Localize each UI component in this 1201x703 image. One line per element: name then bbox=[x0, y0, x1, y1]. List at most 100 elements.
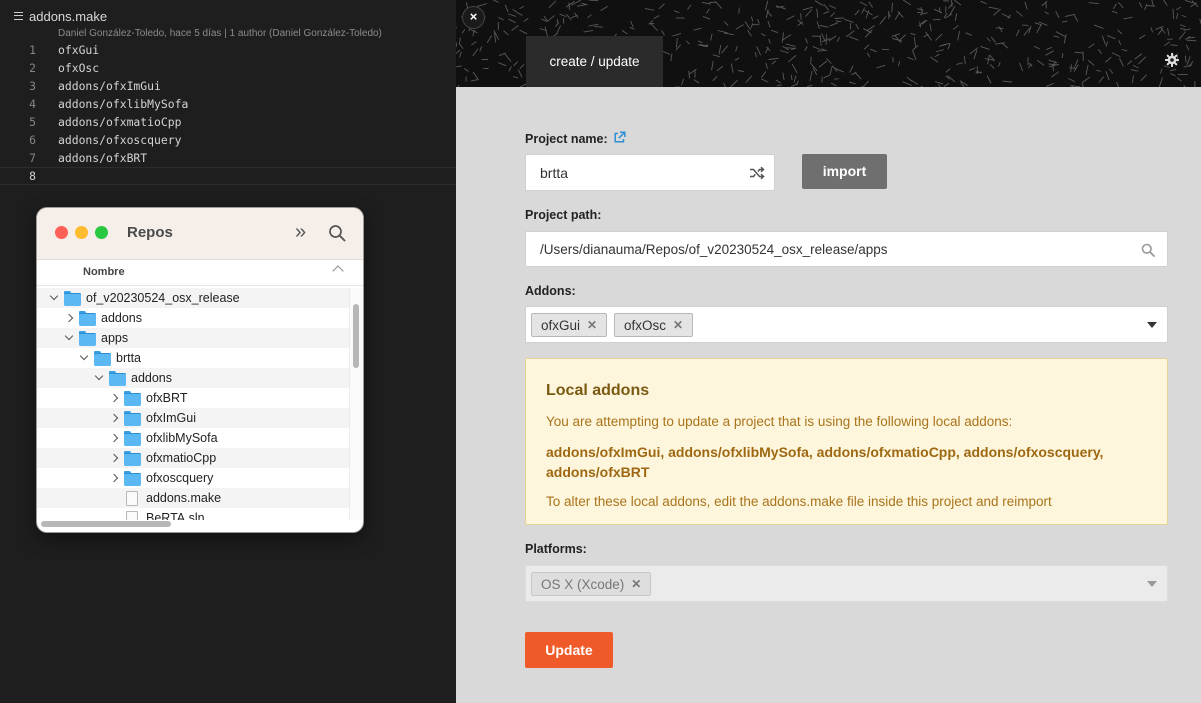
column-header-name[interactable]: Nombre bbox=[37, 260, 363, 286]
finder-title: Repos bbox=[127, 224, 173, 241]
row-label: ofxBRT bbox=[146, 391, 188, 405]
folder-row[interactable]: ofxmatioCpp bbox=[37, 448, 349, 468]
chevron-double-right-icon[interactable]: » bbox=[295, 222, 306, 242]
folder-row[interactable]: ofxlibMySofa bbox=[37, 428, 349, 448]
folder-icon bbox=[124, 431, 141, 446]
row-label: brtta bbox=[116, 351, 142, 365]
project-name-label: Project name: bbox=[525, 132, 608, 146]
zoom-window-button[interactable] bbox=[95, 226, 108, 239]
line-text: addons/ofxoscquery bbox=[58, 133, 182, 147]
folder-row[interactable]: apps bbox=[37, 328, 349, 348]
pg-header: × create / update bbox=[456, 0, 1201, 87]
folder-icon bbox=[124, 471, 141, 486]
chevron-down-icon[interactable] bbox=[79, 353, 89, 363]
chevron-down-icon[interactable] bbox=[64, 333, 74, 343]
platform-tag-label: OS X (Xcode) bbox=[541, 576, 625, 592]
row-label: ofxlibMySofa bbox=[146, 431, 218, 445]
chevron-right-icon[interactable] bbox=[109, 433, 119, 443]
file-row[interactable]: addons.make bbox=[37, 488, 349, 508]
chevron-right-icon[interactable] bbox=[109, 453, 119, 463]
code-line[interactable]: 1 ofxGui bbox=[0, 41, 456, 59]
code-line[interactable]: 5 addons/ofxmatioCpp bbox=[0, 113, 456, 131]
line-text: addons/ofxImGui bbox=[58, 79, 161, 93]
row-label: ofxImGui bbox=[146, 411, 197, 425]
row-label: addons bbox=[101, 311, 143, 325]
row-label: apps bbox=[101, 331, 129, 345]
row-label: of_v20230524_osx_release bbox=[86, 291, 240, 305]
remove-tag-icon[interactable]: ✕ bbox=[673, 318, 683, 332]
update-button[interactable]: Update bbox=[525, 632, 613, 668]
close-button[interactable]: × bbox=[462, 6, 485, 29]
line-text: ofxOsc bbox=[58, 61, 100, 75]
folder-row[interactable]: brtta bbox=[37, 348, 349, 368]
chevron-right-icon[interactable] bbox=[109, 473, 119, 483]
chevron-down-icon[interactable] bbox=[49, 293, 59, 303]
row-label: ofxmatioCpp bbox=[146, 451, 217, 465]
code-line[interactable]: 4 addons/ofxlibMySofa bbox=[0, 95, 456, 113]
editor-tab[interactable]: addons.make bbox=[0, 4, 107, 28]
local-addons-warning: Local addons You are attempting to updat… bbox=[525, 358, 1168, 525]
search-icon[interactable] bbox=[1141, 243, 1155, 257]
code-line[interactable]: 7 addons/ofxBRT bbox=[0, 149, 456, 167]
remove-tag-icon[interactable]: ✕ bbox=[587, 318, 597, 332]
remove-tag-icon[interactable]: ✕ bbox=[631, 577, 641, 591]
folder-icon bbox=[124, 391, 141, 406]
sort-ascending-icon[interactable] bbox=[332, 265, 344, 277]
finder-titlebar: Repos » bbox=[37, 208, 363, 260]
folder-row[interactable]: ofxoscquery bbox=[37, 468, 349, 488]
folder-icon bbox=[64, 291, 81, 306]
chevron-right-icon[interactable] bbox=[109, 413, 119, 423]
project-path-value: /Users/dianauma/Repos/of_v20230524_osx_r… bbox=[540, 242, 888, 257]
addon-tag-label: ofxGui bbox=[541, 317, 581, 333]
close-window-button[interactable] bbox=[55, 226, 68, 239]
dropdown-caret-icon[interactable] bbox=[1147, 322, 1157, 328]
line-number: 2 bbox=[29, 61, 36, 75]
project-path-label: Project path: bbox=[525, 208, 602, 222]
folder-row[interactable]: of_v20230524_osx_release bbox=[37, 288, 349, 308]
horizontal-scrollbar-thumb[interactable] bbox=[41, 521, 171, 527]
folder-row[interactable]: addons bbox=[37, 308, 349, 328]
local-addons-list: addons/ofxImGui, addons/ofxlibMySofa, ad… bbox=[546, 444, 1104, 480]
line-number: 3 bbox=[29, 79, 36, 93]
folder-row[interactable]: addons bbox=[37, 368, 349, 388]
project-name-input[interactable]: brtta bbox=[525, 154, 775, 191]
external-link-icon[interactable] bbox=[613, 131, 626, 144]
shuffle-icon[interactable] bbox=[749, 166, 765, 180]
chevron-right-icon[interactable] bbox=[64, 313, 74, 323]
line-number: 1 bbox=[29, 43, 36, 57]
file-list: of_v20230524_osx_releaseaddons apps brtta a… bbox=[37, 288, 349, 520]
addons-select[interactable]: ofxGui ✕ ofxOsc ✕ bbox=[525, 306, 1168, 343]
code-line[interactable]: 8 bbox=[0, 167, 456, 185]
platforms-label: Platforms: bbox=[525, 542, 587, 556]
row-label: BeRTA.sln bbox=[146, 511, 205, 520]
project-name-value: brtta bbox=[540, 165, 569, 181]
file-row[interactable]: BeRTA.sln bbox=[37, 508, 349, 520]
code-area[interactable]: 1 ofxGui 2 ofxOsc 3 addons/ofxImGui 4 addons/of… bbox=[0, 41, 456, 185]
code-line[interactable]: 2 ofxOsc bbox=[0, 59, 456, 77]
folder-icon bbox=[124, 411, 141, 426]
chevron-down-icon[interactable] bbox=[94, 373, 104, 383]
search-icon[interactable] bbox=[328, 224, 346, 242]
folder-icon bbox=[79, 331, 96, 346]
code-line[interactable]: 6 addons/ofxoscquery bbox=[0, 131, 456, 149]
gear-icon[interactable] bbox=[1165, 53, 1179, 67]
vertical-scrollbar-thumb[interactable] bbox=[353, 304, 359, 368]
column-header-label: Nombre bbox=[83, 266, 125, 278]
folder-row[interactable]: ofxBRT bbox=[37, 388, 349, 408]
tab-create-update[interactable]: create / update bbox=[526, 36, 663, 87]
line-number: 4 bbox=[29, 97, 36, 111]
folder-icon bbox=[79, 311, 96, 326]
minimize-window-button[interactable] bbox=[75, 226, 88, 239]
dropdown-caret-icon[interactable] bbox=[1147, 581, 1157, 587]
platforms-select[interactable]: OS X (Xcode) ✕ bbox=[525, 565, 1168, 602]
row-label: addons bbox=[131, 371, 173, 385]
chevron-right-icon[interactable] bbox=[109, 393, 119, 403]
folder-row[interactable]: ofxImGui bbox=[37, 408, 349, 428]
code-line[interactable]: 3 addons/ofxImGui bbox=[0, 77, 456, 95]
project-path-input[interactable]: /Users/dianauma/Repos/of_v20230524_osx_r… bbox=[525, 231, 1168, 267]
import-button[interactable]: import bbox=[802, 154, 887, 189]
document-icon bbox=[126, 510, 138, 520]
git-blame-annotation[interactable]: Daniel González-Toledo, hace 5 días | 1 … bbox=[58, 28, 382, 39]
